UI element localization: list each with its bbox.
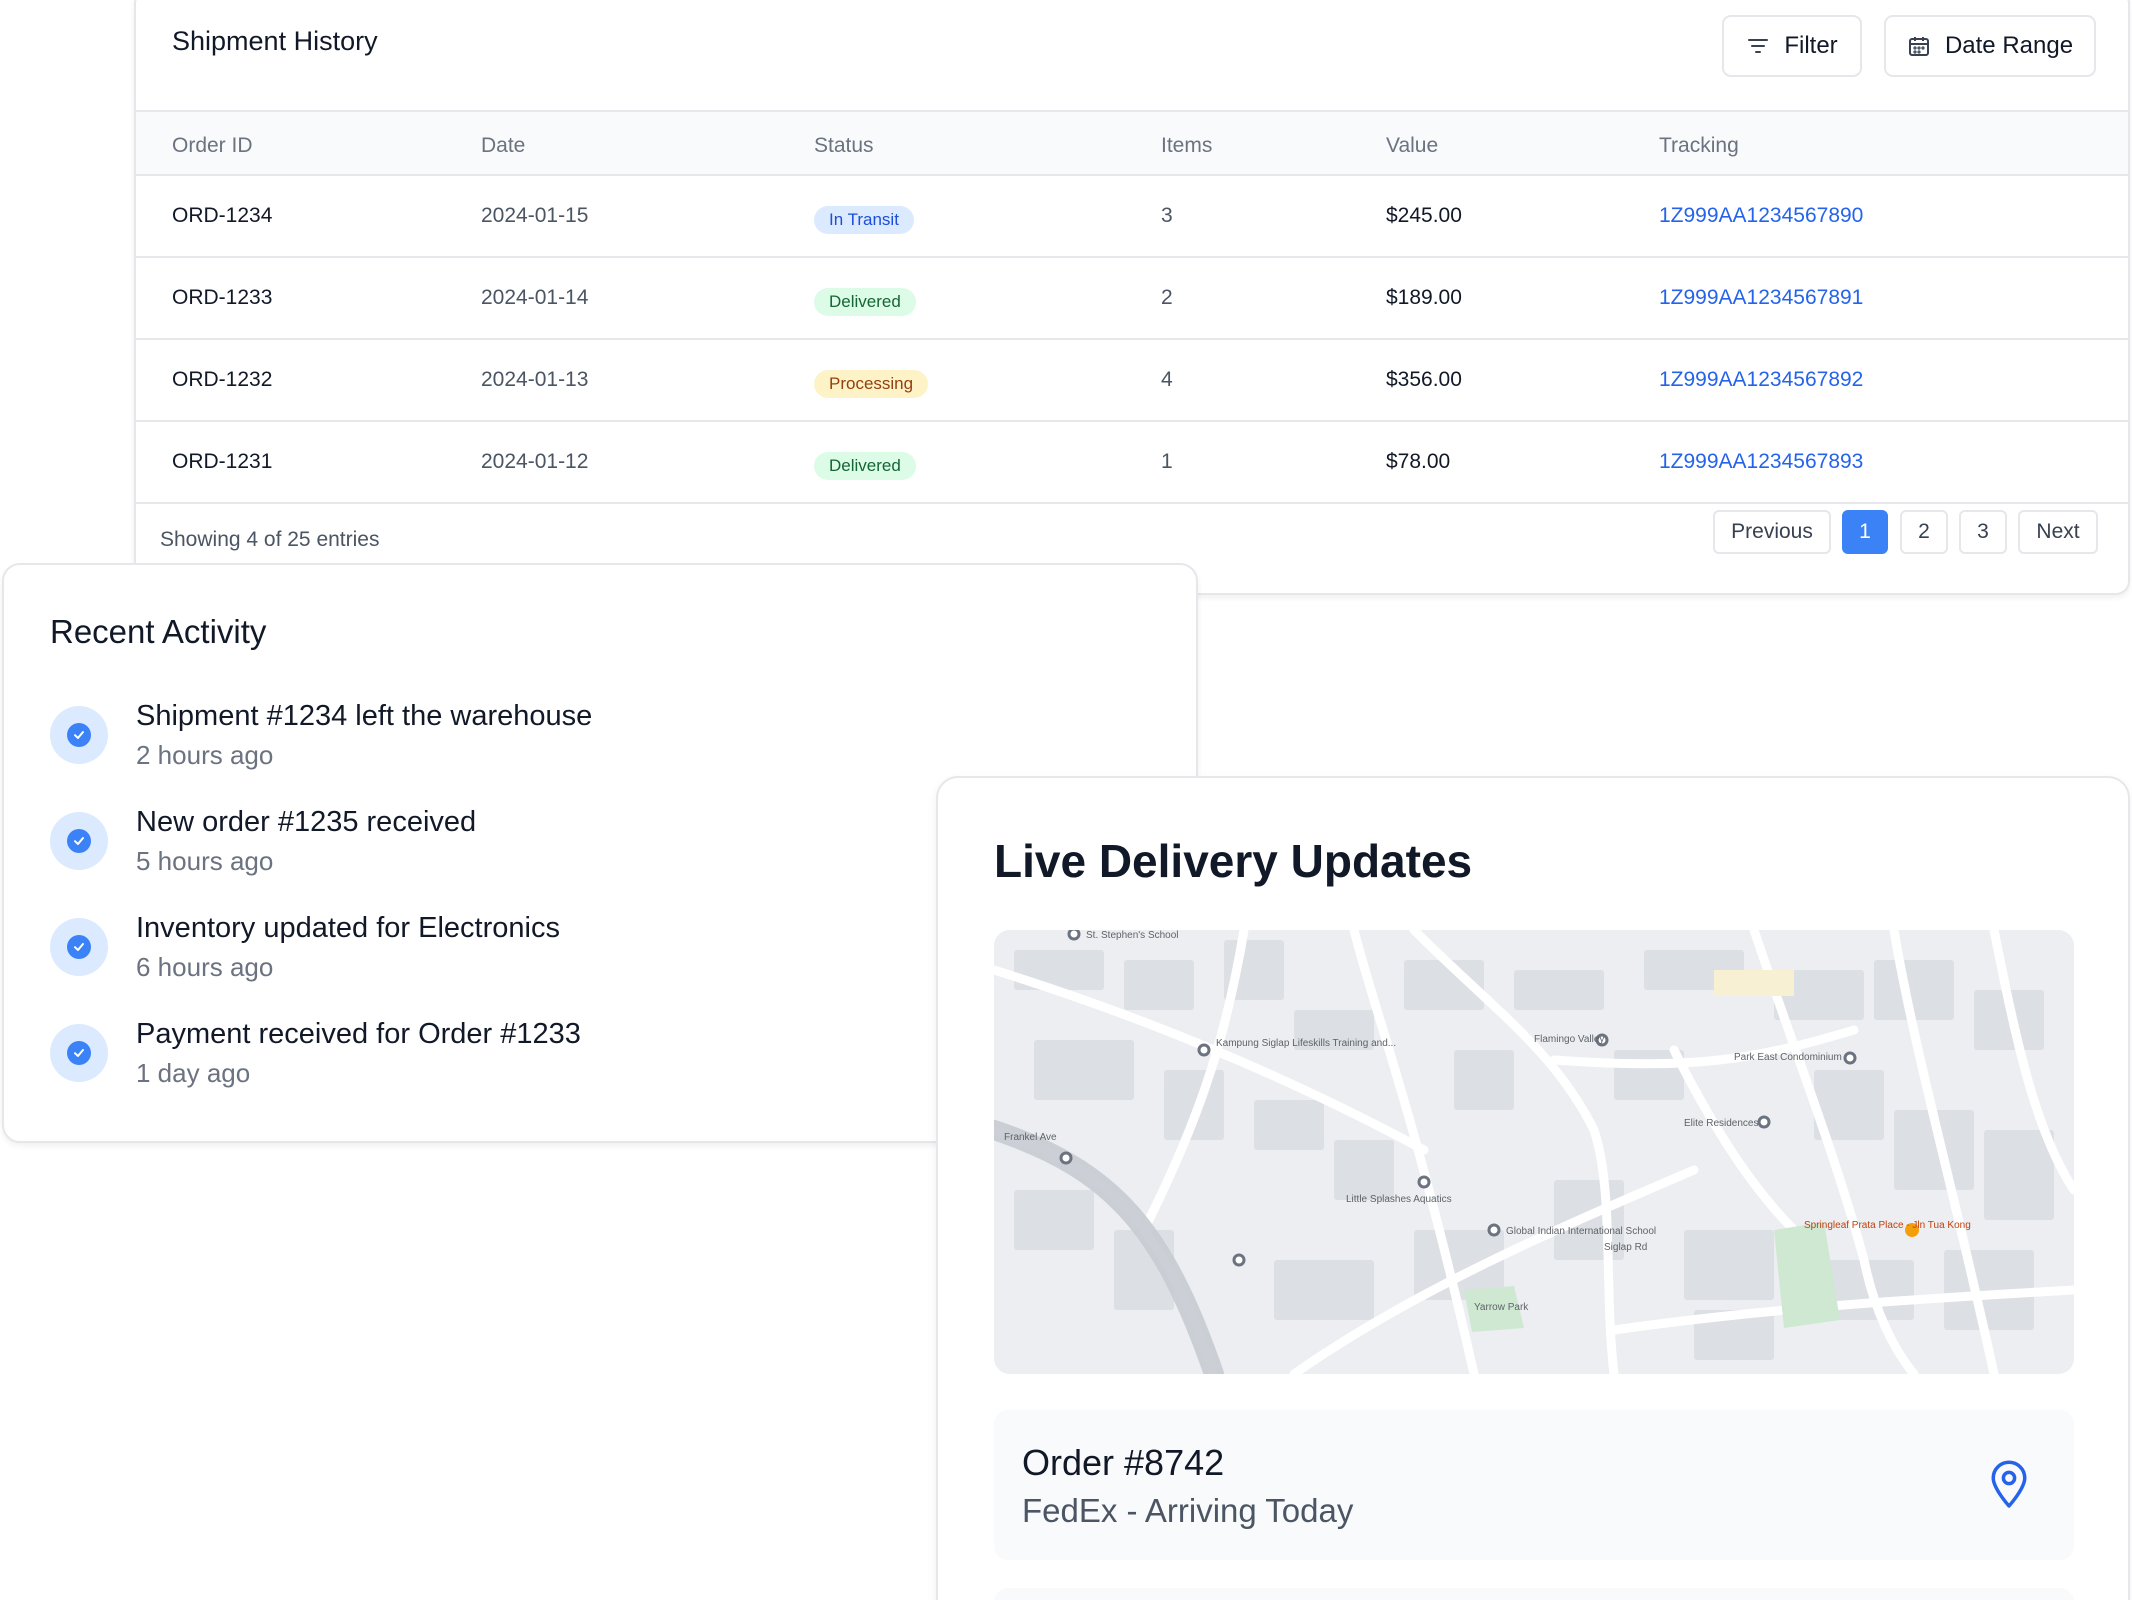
shipment-history-title: Shipment History bbox=[172, 26, 378, 56]
status-badge: Processing bbox=[814, 370, 929, 398]
recent-activity-title: Recent Activity bbox=[50, 613, 267, 650]
map-label: Kampung Siglap Lifeskills Training and..… bbox=[1216, 1038, 1396, 1049]
filter-button[interactable]: Filter bbox=[1722, 15, 1862, 77]
tracking-link[interactable]: 1Z999AA1234567890 bbox=[1659, 204, 1863, 228]
activity-item: Payment received for Order #1233 1 day a… bbox=[50, 1018, 950, 1108]
page-button-1[interactable]: 1 bbox=[1842, 510, 1888, 554]
order-value: $189.00 bbox=[1386, 286, 1462, 309]
activity-time: 2 hours ago bbox=[136, 740, 274, 770]
order-date: 2024-01-12 bbox=[481, 450, 589, 473]
date-range-label: Date Range bbox=[1944, 32, 2074, 59]
table-row: ORD-1233 2024-01-14 Delivered 2 $189.00 … bbox=[136, 258, 2128, 340]
order-id: ORD-1233 bbox=[172, 286, 273, 309]
order-value: $78.00 bbox=[1386, 450, 1451, 473]
order-date: 2024-01-15 bbox=[481, 204, 589, 227]
map-label: Frankel Ave bbox=[1004, 1132, 1057, 1143]
map-label: Flamingo Valley bbox=[1534, 1034, 1604, 1045]
order-items: 1 bbox=[1161, 450, 1173, 473]
check-circle-icon bbox=[50, 918, 108, 976]
date-range-button[interactable]: Date Range bbox=[1884, 15, 2096, 77]
map-label: Springleaf Prata Place - Jln Tua Kong bbox=[1804, 1220, 1971, 1231]
table-row: ORD-1232 2024-01-13 Processing 4 $356.00… bbox=[136, 340, 2128, 422]
order-subtitle: FedEx - Arriving Today bbox=[1022, 1492, 1354, 1529]
live-delivery-title: Live Delivery Updates bbox=[994, 835, 1473, 887]
activity-time: 5 hours ago bbox=[136, 846, 274, 876]
page-button-3[interactable]: 3 bbox=[1959, 510, 2007, 554]
tracking-link[interactable]: 1Z999AA1234567893 bbox=[1659, 450, 1863, 474]
order-value: $356.00 bbox=[1386, 368, 1462, 391]
table-row: ORD-1231 2024-01-12 Delivered 1 $78.00 1… bbox=[136, 422, 2128, 504]
tracking-link[interactable]: 1Z999AA1234567892 bbox=[1659, 368, 1863, 392]
check-circle-icon bbox=[50, 1024, 108, 1082]
column-header: Order ID bbox=[172, 134, 253, 157]
check-circle-icon bbox=[50, 706, 108, 764]
tracking-link[interactable]: 1Z999AA1234567891 bbox=[1659, 286, 1863, 310]
activity-item: Inventory updated for Electronics 6 hour… bbox=[50, 912, 950, 1002]
column-header: Tracking bbox=[1659, 134, 1739, 157]
next-page-button[interactable]: Next bbox=[2018, 510, 2098, 554]
table-header: Order ID Date Status Items Value Trackin… bbox=[136, 110, 2128, 176]
activity-time: 6 hours ago bbox=[136, 952, 274, 982]
shipment-history-card: Shipment History Filter Date Range Order… bbox=[134, 0, 2130, 595]
table-row: ORD-1234 2024-01-15 In Transit 3 $245.00… bbox=[136, 176, 2128, 258]
activity-item: Shipment #1234 left the warehouse 2 hour… bbox=[50, 700, 950, 790]
previous-page-button[interactable]: Previous bbox=[1713, 510, 1831, 554]
activity-time: 1 day ago bbox=[136, 1058, 251, 1088]
map-canvas: St. Stephen's School Kampung Siglap Life… bbox=[994, 930, 2074, 1374]
map-label: Elite Residences bbox=[1684, 1118, 1758, 1129]
column-header: Status bbox=[814, 134, 874, 157]
delivery-map[interactable]: St. Stephen's School Kampung Siglap Life… bbox=[994, 930, 2074, 1374]
activity-item: New order #1235 received 5 hours ago bbox=[50, 806, 950, 896]
order-card-partial bbox=[994, 1588, 2074, 1600]
map-label: Siglap Rd bbox=[1604, 1242, 1647, 1253]
order-items: 3 bbox=[1161, 204, 1173, 227]
activity-text: Shipment #1234 left the warehouse bbox=[136, 700, 593, 732]
map-label: Global Indian International School bbox=[1506, 1226, 1656, 1237]
activity-text: New order #1235 received bbox=[136, 806, 477, 838]
map-label: Little Splashes Aquatics bbox=[1346, 1194, 1452, 1205]
order-value: $245.00 bbox=[1386, 204, 1462, 227]
order-date: 2024-01-14 bbox=[481, 286, 589, 309]
order-id: ORD-1231 bbox=[172, 450, 273, 473]
map-label: Yarrow Park bbox=[1474, 1302, 1529, 1313]
order-items: 2 bbox=[1161, 286, 1173, 309]
filter-icon bbox=[1748, 39, 1769, 53]
column-header: Date bbox=[481, 134, 526, 157]
order-date: 2024-01-13 bbox=[481, 368, 589, 391]
filter-label: Filter bbox=[1784, 32, 1838, 59]
live-delivery-card: Live Delivery Updates St. Stephen's Scho… bbox=[936, 776, 2130, 1600]
column-header: Value bbox=[1386, 134, 1439, 157]
map-label: St. Stephen's School bbox=[1086, 930, 1179, 941]
activity-text: Inventory updated for Electronics bbox=[136, 912, 560, 944]
status-badge: In Transit bbox=[814, 206, 914, 234]
check-circle-icon bbox=[50, 812, 108, 870]
order-id: ORD-1234 bbox=[172, 204, 273, 227]
entries-count: Showing 4 of 25 entries bbox=[160, 528, 380, 551]
page-button-2[interactable]: 2 bbox=[1900, 510, 1948, 554]
calendar-icon bbox=[1908, 37, 1929, 56]
map-pin-icon[interactable] bbox=[1988, 1460, 2030, 1510]
map-label: Park East Condominium bbox=[1734, 1052, 1842, 1063]
order-title: Order #8742 bbox=[1022, 1442, 1225, 1483]
activity-text: Payment received for Order #1233 bbox=[136, 1018, 581, 1050]
column-header: Items bbox=[1161, 134, 1213, 157]
status-badge: Delivered bbox=[814, 288, 916, 316]
order-items: 4 bbox=[1161, 368, 1173, 391]
order-card[interactable]: Order #8742 FedEx - Arriving Today bbox=[994, 1410, 2074, 1560]
order-id: ORD-1232 bbox=[172, 368, 273, 391]
status-badge: Delivered bbox=[814, 452, 916, 480]
